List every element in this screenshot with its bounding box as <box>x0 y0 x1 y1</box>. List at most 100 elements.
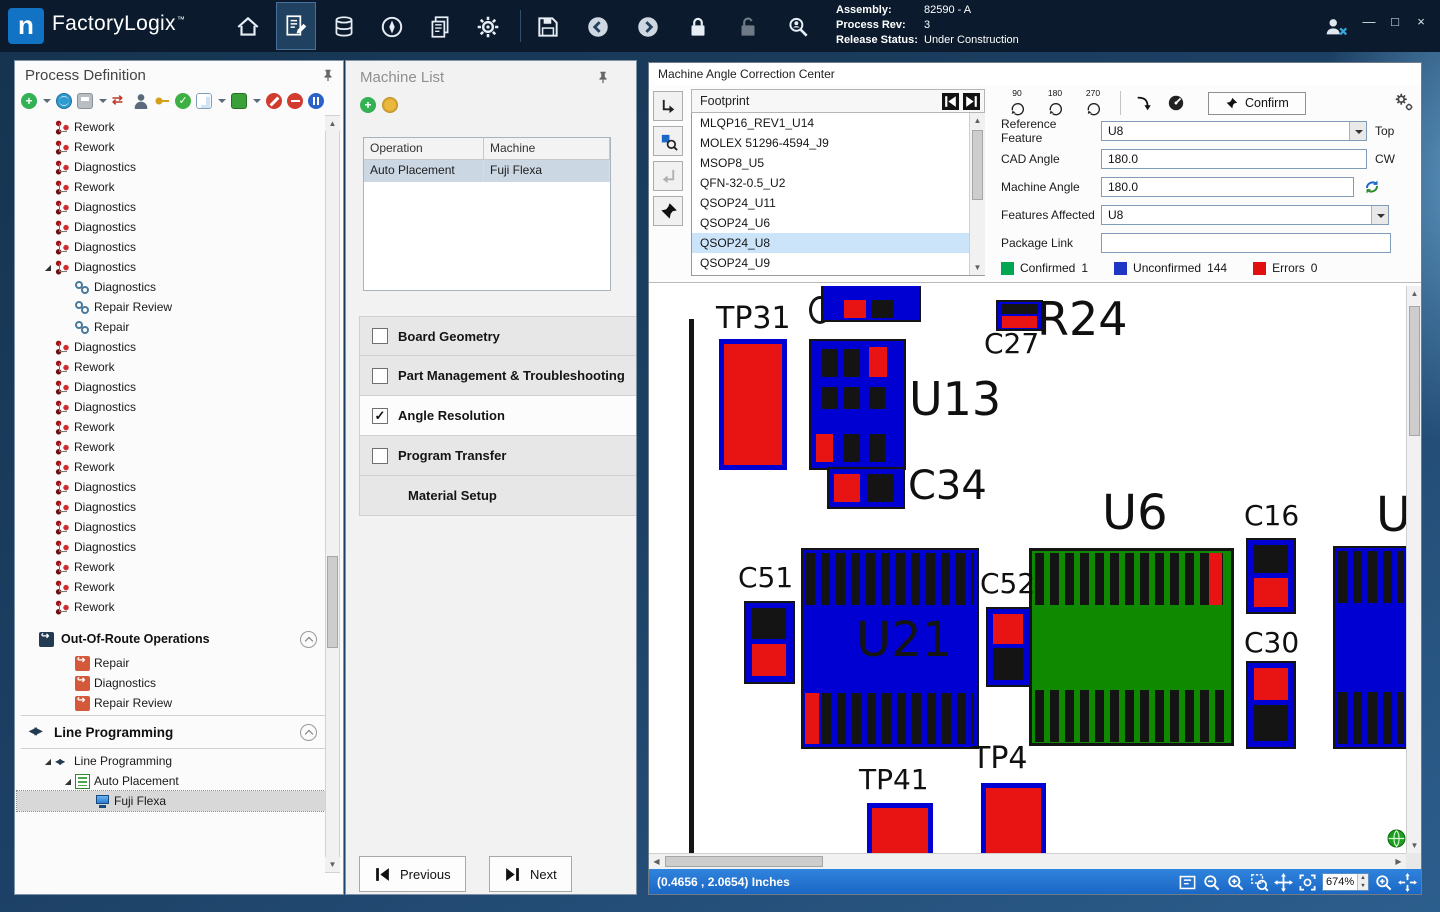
tree-item-repair[interactable]: Repair <box>17 317 329 337</box>
web-publish-icon[interactable] <box>56 93 72 109</box>
tree-scrollbar-thumb[interactable] <box>327 556 338 648</box>
pin-icon[interactable] <box>596 70 610 89</box>
line-programming-header[interactable]: Line Programming <box>17 718 329 746</box>
machine-settings-icon[interactable] <box>382 97 398 113</box>
link-footprint-button[interactable] <box>653 161 683 191</box>
zoom-out-icon[interactable] <box>1202 873 1221 892</box>
stage-item-angle-resolution[interactable]: ✓Angle Resolution <box>359 396 637 436</box>
column-header-machine[interactable]: Machine <box>484 138 610 159</box>
tree-expander-icon[interactable]: ◢ <box>41 757 55 766</box>
tree-item-rework[interactable]: Rework <box>17 177 329 197</box>
pcb-canvas[interactable]: TP31U13C27R24C34U6C16C51U21C52C30UTP41TP… <box>650 286 1406 853</box>
tree-item-repair[interactable]: Repair <box>17 653 329 673</box>
tree-item-rework[interactable]: Rework <box>17 137 329 157</box>
pin-footprint-button[interactable] <box>653 196 683 226</box>
tree-item-diagnostics[interactable]: Diagnostics <box>17 517 329 537</box>
add-machine-icon[interactable] <box>360 97 376 113</box>
stage-item-material-setup[interactable]: Material Setup <box>359 476 637 516</box>
package-caret[interactable] <box>252 93 261 109</box>
tree-item-line-programming[interactable]: ◢Line Programming <box>17 751 329 771</box>
rotate-270-button[interactable]: 270 <box>1075 90 1111 117</box>
stage-checkbox[interactable] <box>372 328 388 344</box>
tree-item-diagnostics[interactable]: Diagnostics <box>17 497 329 517</box>
add-operation-icon[interactable] <box>21 93 37 109</box>
footprint-item-qsop24-u11[interactable]: QSOP24_U11 <box>692 193 984 213</box>
out-of-route-header[interactable]: Out-Of-Route Operations <box>17 625 329 653</box>
footprint-item-msop8-u5[interactable]: MSOP8_U5 <box>692 153 984 173</box>
tree-item-rework[interactable]: Rework <box>17 357 329 377</box>
dropdown-arrow-icon[interactable] <box>1371 206 1388 224</box>
zoom-up-arrow[interactable]: ▲ <box>1358 874 1368 882</box>
tree-item-rework[interactable]: Rework <box>17 417 329 437</box>
close-button[interactable]: × <box>1410 14 1432 34</box>
tree-item-repair-review[interactable]: Repair Review <box>17 693 329 713</box>
tree-item-diagnostics[interactable]: Diagnostics <box>17 237 329 257</box>
fit-view-icon[interactable] <box>1398 873 1417 892</box>
print-icon[interactable] <box>77 93 93 109</box>
zoom-footprint-button[interactable] <box>653 126 683 156</box>
footprint-item-qsop24-u9[interactable]: QSOP24_U9 <box>692 253 984 273</box>
angle-indicator-icon[interactable] <box>1162 90 1190 116</box>
tree-item-rework[interactable]: Rework <box>17 117 329 137</box>
collapse-section-icon[interactable] <box>300 631 317 648</box>
production-button[interactable] <box>372 10 412 44</box>
back-button[interactable] <box>578 10 618 44</box>
rotate-180-button[interactable]: 180 <box>1037 90 1073 117</box>
pin-icon[interactable] <box>321 68 335 87</box>
stage-checkbox[interactable] <box>372 368 388 384</box>
canvas-vertical-scrollbar[interactable]: ▲ ▼ <box>1406 286 1422 853</box>
stage-item-part-management-troubleshooting[interactable]: Part Management & Troubleshooting <box>359 356 637 396</box>
zoom-window-icon[interactable] <box>1250 873 1269 892</box>
tree-item-diagnostics[interactable]: Diagnostics <box>17 197 329 217</box>
tree-item-diagnostics[interactable]: Diagnostics <box>17 337 329 357</box>
copy-icon[interactable] <box>196 93 212 109</box>
forward-button[interactable] <box>628 10 668 44</box>
last-footprint-button[interactable] <box>963 93 980 110</box>
stage-item-board-geometry[interactable]: Board Geometry <box>359 316 637 356</box>
collapse-section-icon[interactable] <box>300 724 317 741</box>
tree-item-fuji-flexa[interactable]: Fuji Flexa <box>17 791 329 811</box>
effects-icon[interactable] <box>175 93 191 109</box>
machine-angle-input[interactable]: 180.0 <box>1101 177 1354 197</box>
footprint-item-qsop24-u8[interactable]: QSOP24_U8 <box>692 233 984 253</box>
zoom-level-value[interactable]: 674% <box>1323 876 1357 888</box>
tree-item-rework[interactable]: Rework <box>17 577 329 597</box>
documents-button[interactable] <box>420 10 460 44</box>
tree-expander-icon[interactable]: ◢ <box>61 777 75 786</box>
save-button[interactable] <box>528 10 568 44</box>
minimize-button[interactable]: — <box>1358 14 1380 34</box>
unlock-button[interactable] <box>728 10 768 44</box>
previous-button[interactable]: Previous <box>359 856 466 892</box>
zoom-in-icon[interactable] <box>1226 873 1245 892</box>
settings-button[interactable] <box>468 10 508 44</box>
route-search-button[interactable] <box>778 10 818 44</box>
zoom-level-box[interactable]: 674% ▲▼ <box>1322 873 1369 891</box>
suspend-operation-icon[interactable] <box>308 93 324 109</box>
refresh-angle-icon[interactable] <box>1358 174 1386 200</box>
remove-operation-icon[interactable] <box>287 93 303 109</box>
zoom-plus-icon[interactable] <box>1374 873 1393 892</box>
tree-item-diagnostics[interactable]: Diagnostics <box>17 277 329 297</box>
confirm-button[interactable]: Confirm <box>1208 92 1306 115</box>
scroll-up-arrow[interactable]: ▲ <box>1407 286 1422 301</box>
scroll-down-arrow[interactable]: ▼ <box>970 260 985 275</box>
tree-item-diagnostics[interactable]: Diagnostics <box>17 397 329 417</box>
process-definition-button[interactable] <box>276 2 316 50</box>
layer-view-button[interactable] <box>1387 829 1406 848</box>
tree-item-auto-placement[interactable]: ◢Auto Placement <box>17 771 329 791</box>
footprint-item-molex-51296-4594-j9[interactable]: MOLEX 51296-4594_J9 <box>692 133 984 153</box>
maximize-button[interactable]: □ <box>1384 14 1406 34</box>
permissions-icon[interactable] <box>154 93 170 109</box>
canvas-hscroll-thumb[interactable] <box>665 856 823 867</box>
tree-item-diagnostics[interactable]: Diagnostics <box>17 673 329 693</box>
footprint-item-mlqp16-rev1-u14[interactable]: MLQP16_REV1_U14 <box>692 113 984 133</box>
tree-item-rework[interactable]: Rework <box>17 597 329 617</box>
board-select-icon[interactable] <box>1178 873 1197 892</box>
operator-icon[interactable] <box>133 93 149 109</box>
tree-item-diagnostics[interactable]: Diagnostics <box>17 477 329 497</box>
column-header-operation[interactable]: Operation <box>364 138 484 159</box>
dropdown-arrow-icon[interactable] <box>1349 122 1366 140</box>
lock-button[interactable] <box>678 10 718 44</box>
rotate-90-button[interactable]: 90 <box>999 90 1035 117</box>
tree-item-repair-review[interactable]: Repair Review <box>17 297 329 317</box>
